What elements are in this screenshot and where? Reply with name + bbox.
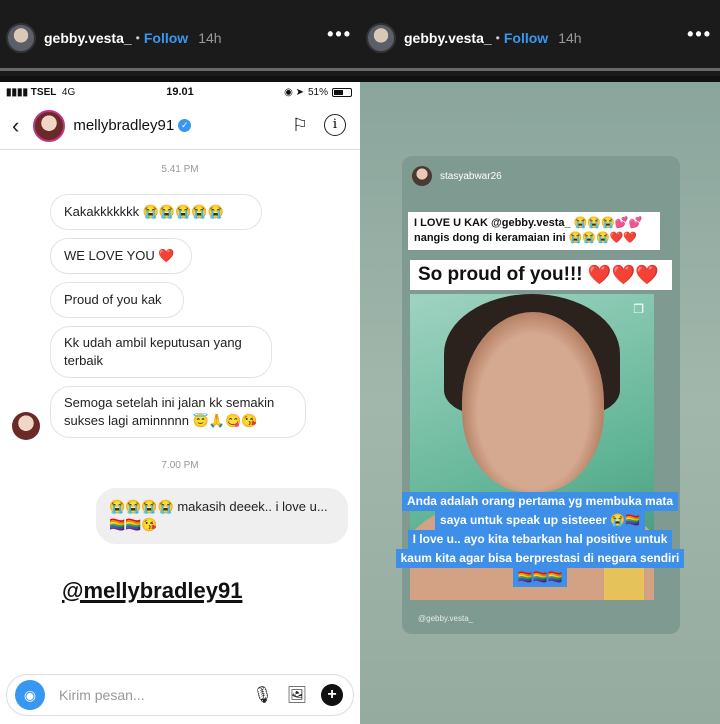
dm-username[interactable]: mellybradley91 [73,117,174,134]
my-message-bubble: 😭😭😭😭 makasih deeek.. i love u... 🏳️‍🌈🏳️‍… [96,488,348,544]
caption-line: saya untuk speak up sisteeer 😭🏳️‍🌈 [435,511,645,530]
caption-line: kaum kita agar bisa berprestasi di negar… [395,549,685,568]
story-text-box: I LOVE U KAK @gebby.vesta_ 😭😭😭💕💕 nangis … [408,212,660,250]
photo-face [462,312,604,492]
back-icon[interactable]: ‹ [12,113,19,139]
message-input[interactable]: Kirim pesan... [59,687,145,703]
message-bubble: Kk udah ambil keputusan yang terbaik [50,326,272,378]
story-header-left: gebby.vesta_ • Follow 14h ••• [0,0,360,76]
story-username[interactable]: gebby.vesta_ [44,30,132,46]
info-icon[interactable]: i [324,114,346,136]
location-icon: ◉ ➤ [284,86,304,98]
verified-badge-icon: ✓ [178,119,192,132]
message-composer[interactable]: ◉ Kirim pesan... 🎙 🖼 + [6,674,354,716]
heart-emoji: ❤️❤️❤️ [587,265,659,286]
timestamp: 5.41 PM [161,164,199,175]
microphone-icon[interactable]: 🎙 [252,685,272,705]
proud-text: So proud of you!!! [418,264,583,285]
inner-username[interactable]: stasyabwar26 [440,171,502,182]
network-type: 4G [61,86,76,98]
more-options-icon[interactable]: ••• [687,24,712,45]
copy-icon: ❐ [633,302,644,316]
inner-story-header: stasyabwar26 [412,166,502,186]
phone-status-bar: ▮▮▮▮ TSEL 4G 19.01 ◉ ➤ 51% [0,82,360,102]
add-icon[interactable]: + [321,684,343,706]
story-time: 14h [558,30,582,46]
separator-dot: • [135,31,140,45]
message-bubble: Proud of you kak [50,282,184,318]
timestamp: 7.00 PM [161,460,199,471]
message-bubble: WE LOVE YOU ❤️ [50,238,192,274]
battery-percent: 51% [307,86,328,98]
caption-line: I love u.. ayo kita tebarkan hal positiv… [407,530,673,549]
story-time: 14h [198,30,222,46]
follow-button[interactable]: Follow [144,30,188,46]
mention-sticker[interactable]: @mellybradley91 [62,578,242,604]
more-options-icon[interactable]: ••• [327,24,352,45]
caption-line: 🏳️‍🌈🏳️‍🌈🏳️‍🌈 [512,568,568,587]
signal-icon: ▮▮▮▮ [6,86,31,98]
camera-icon[interactable]: ◉ [15,680,45,710]
proud-sticker: So proud of you!!! ❤️❤️❤️ [410,260,672,290]
sender-avatar [12,412,40,440]
inner-avatar[interactable] [412,166,432,186]
battery-icon [332,87,352,97]
carrier: TSEL [30,86,57,98]
story-caption: Anda adalah orang pertama yg membuka mat… [370,492,710,587]
caption-line: Anda adalah orang pertama yg membuka mat… [401,492,679,511]
story-header-right: gebby.vesta_ • Follow 14h ••• [360,0,720,76]
story-progress-bar [0,68,360,71]
separator-dot: • [495,31,500,45]
flag-icon[interactable]: ⚐ [292,115,308,136]
dm-screenshot: ▮▮▮▮ TSEL 4G 19.01 ◉ ➤ 51% ‹ mellybradle… [0,82,360,724]
avatar[interactable] [366,23,396,53]
status-time: 19.01 [166,86,194,98]
dm-header: ‹ mellybradley91 ✓ ⚐ i [0,102,360,150]
story-watermark: @gebby.vesta_ [418,614,474,623]
dm-avatar[interactable] [33,109,66,142]
follow-button[interactable]: Follow [504,30,548,46]
message-bubble: Semoga setelah ini jalan kk semakin suks… [50,386,306,438]
story-progress-bar [360,68,720,71]
gallery-icon[interactable]: 🖼 [287,685,307,705]
reshared-story: stasyabwar26 I LOVE U KAK @gebby.vesta_ … [360,82,720,724]
message-bubble: Kakakkkkkkk 😭😭😭😭😭 [50,194,262,230]
story-username[interactable]: gebby.vesta_ [404,30,492,46]
avatar[interactable] [6,23,36,53]
